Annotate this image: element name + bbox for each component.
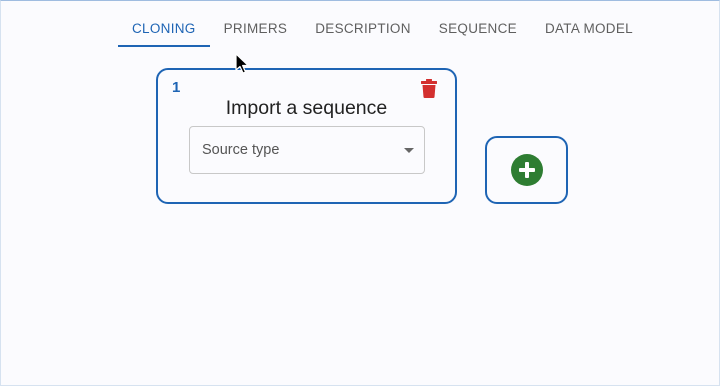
plus-circle-icon[interactable] xyxy=(511,154,543,186)
tab-sequence[interactable]: SEQUENCE xyxy=(425,9,531,46)
source-number: 1 xyxy=(172,79,181,96)
select-placeholder: Source type xyxy=(202,142,280,158)
tab-data-model[interactable]: DATA MODEL xyxy=(531,9,647,46)
tab-description[interactable]: DESCRIPTION xyxy=(301,9,425,46)
tab-primers[interactable]: PRIMERS xyxy=(210,9,302,46)
card-title: Import a sequence xyxy=(225,97,388,119)
tab-cloning[interactable]: CLONING xyxy=(118,9,210,47)
add-source-card[interactable] xyxy=(485,136,568,204)
app-frame: CLONING PRIMERS DESCRIPTION SEQUENCE DAT… xyxy=(0,0,720,386)
source-card: 1 Import a sequence Source type xyxy=(156,68,457,204)
mouse-cursor-icon xyxy=(235,53,249,75)
trash-icon[interactable] xyxy=(421,79,437,98)
tab-bar: CLONING PRIMERS DESCRIPTION SEQUENCE DAT… xyxy=(118,9,647,47)
source-type-select[interactable]: Source type xyxy=(189,126,425,174)
dropdown-arrow-icon xyxy=(404,148,414,153)
